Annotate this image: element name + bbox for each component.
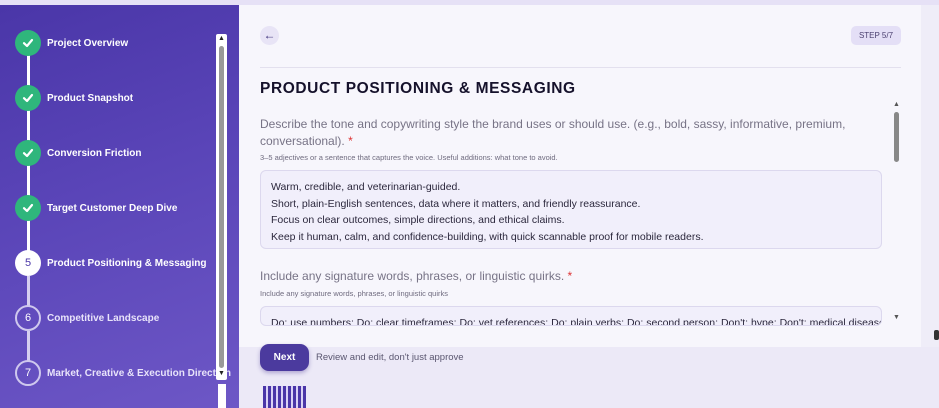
divider xyxy=(260,67,901,68)
thumbnail-image xyxy=(263,386,306,408)
sidebar-step-label: Competitive Landscape xyxy=(47,312,160,324)
step-sidebar: Project Overview Product Snapshot Conver… xyxy=(0,5,239,408)
step-badge: STEP 5/7 xyxy=(851,26,901,45)
arrow-left-icon: ← xyxy=(263,28,276,42)
page-title: PRODUCT POSITIONING & MESSAGING xyxy=(260,80,576,97)
review-hint: Review and edit, don't just approve xyxy=(316,352,464,363)
scroll-down-icon[interactable]: ▼ xyxy=(892,314,901,321)
scroll-down-icon[interactable]: ▼ xyxy=(217,370,226,378)
sidebar-step-competitive-landscape[interactable]: 6 Competitive Landscape xyxy=(15,305,159,331)
sidebar-step-target-customer[interactable]: Target Customer Deep Dive xyxy=(15,195,177,221)
cursor-icon xyxy=(934,330,939,340)
step-number-badge: 5 xyxy=(15,250,41,276)
next-button[interactable]: Next xyxy=(260,344,309,371)
main-scroll-thumb[interactable] xyxy=(894,112,899,162)
step-connector xyxy=(27,331,30,361)
step-number-badge: 7 xyxy=(15,360,41,386)
check-icon xyxy=(15,30,41,56)
step-number-badge: 6 xyxy=(15,305,41,331)
question-label: Describe the tone and copywriting style … xyxy=(260,116,850,150)
sidebar-scroll-thumb[interactable] xyxy=(219,46,224,368)
check-icon xyxy=(15,195,41,221)
sidebar-step-label: Conversion Friction xyxy=(47,147,142,159)
question-hint: Include any signature words, phrases, or… xyxy=(260,289,449,298)
question-text: Include any signature words, phrases, or… xyxy=(260,269,565,283)
sidebar-step-conversion-friction[interactable]: Conversion Friction xyxy=(15,140,141,166)
back-button[interactable]: ← xyxy=(260,26,279,45)
tone-answer-textarea[interactable]: Warm, credible, and veterinarian-guided.… xyxy=(260,170,882,249)
answer-line: Focus on clear outcomes, simple directio… xyxy=(271,214,565,226)
answer-line: Do: use numbers; Do: clear timeframes; D… xyxy=(271,317,882,326)
step-connector xyxy=(27,276,30,306)
question-hint: 3–5 adjectives or a sentence that captur… xyxy=(260,153,558,162)
required-mark: * xyxy=(567,269,573,283)
sidebar-scrollbar-lower[interactable] xyxy=(218,384,226,408)
sidebar-step-label: Product Positioning & Messaging xyxy=(47,257,207,269)
check-icon xyxy=(15,85,41,111)
required-mark: * xyxy=(348,134,353,148)
sidebar-step-label: Product Snapshot xyxy=(47,92,134,104)
sidebar-step-market-creative[interactable]: 7 Market, Creative & Execution Direction xyxy=(15,360,231,386)
sidebar-step-label: Target Customer Deep Dive xyxy=(47,202,178,214)
check-icon xyxy=(15,140,41,166)
scroll-up-icon[interactable]: ▲ xyxy=(217,35,226,43)
scroll-up-icon[interactable]: ▲ xyxy=(892,101,901,108)
sidebar-step-label: Market, Creative & Execution Direction xyxy=(47,367,231,379)
signature-words-textarea[interactable]: Do: use numbers; Do: clear timeframes; D… xyxy=(260,306,882,326)
panel-edge xyxy=(921,5,939,347)
answer-line: Keep it human, calm, and confidence-buil… xyxy=(271,230,704,243)
sidebar-step-project-overview[interactable]: Project Overview xyxy=(15,30,128,56)
sidebar-step-positioning[interactable]: 5 Product Positioning & Messaging xyxy=(15,250,206,276)
sidebar-step-product-snapshot[interactable]: Product Snapshot xyxy=(15,85,133,111)
sidebar-step-label: Project Overview xyxy=(47,37,129,49)
answer-line: Warm, credible, and veterinarian-guided. xyxy=(271,181,461,193)
question-label: Include any signature words, phrases, or… xyxy=(260,268,850,285)
answer-line: Short, plain-English sentences, data whe… xyxy=(271,197,641,210)
